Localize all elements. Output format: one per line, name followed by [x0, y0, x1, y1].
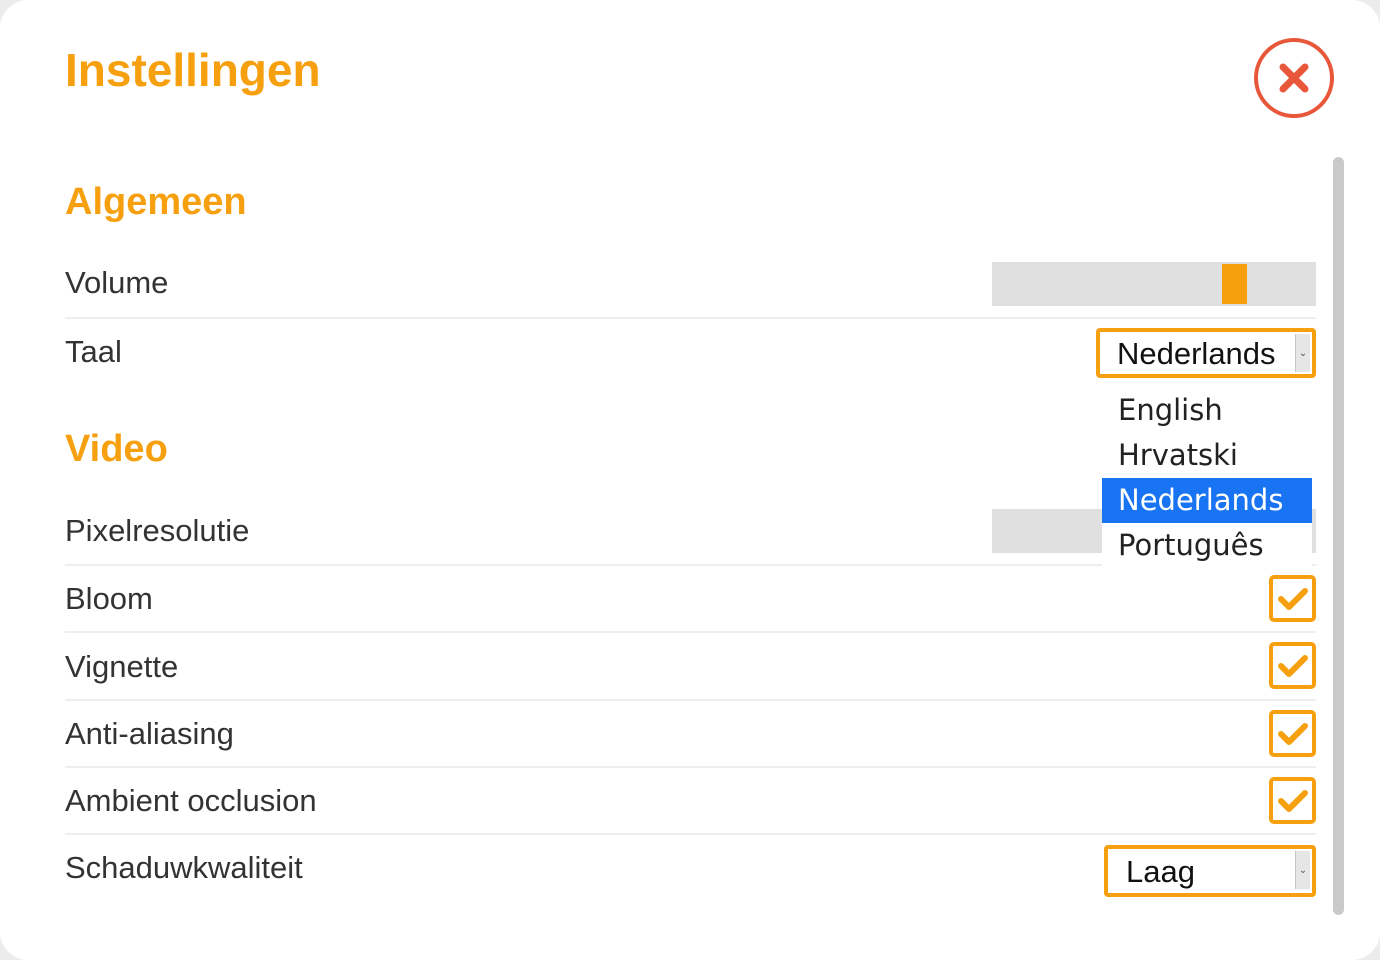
language-label: Taal [65, 334, 122, 369]
close-icon [1279, 63, 1309, 93]
pixel-resolution-label: Pixelresolutie [65, 513, 250, 548]
close-button[interactable] [1254, 38, 1334, 118]
shadow-quality-select-value: Laag [1126, 854, 1195, 889]
volume-row: Volume [65, 256, 1316, 319]
settings-dialog: Instellingen Algemeen Volume Taal Nederl… [0, 0, 1380, 960]
chevron-down-icon: ⌄ [1295, 851, 1310, 889]
section-title-general: Algemeen [65, 181, 247, 223]
dialog-title: Instellingen [65, 44, 321, 96]
shadow-quality-select[interactable]: Laag ⌄ [1104, 845, 1316, 897]
language-option[interactable]: Português [1102, 523, 1312, 568]
ambient-occlusion-label: Ambient occlusion [65, 783, 317, 818]
language-option[interactable]: Hrvatski [1102, 433, 1312, 478]
anti-aliasing-label: Anti-aliasing [65, 716, 234, 751]
vignette-row: Vignette [65, 633, 1316, 701]
language-select-value: Nederlands [1117, 336, 1276, 371]
volume-slider-thumb[interactable] [1222, 264, 1247, 304]
bloom-row: Bloom [65, 566, 1316, 633]
ambient-occlusion-row: Ambient occlusion [65, 768, 1316, 835]
bloom-label: Bloom [65, 581, 153, 616]
checkmark-icon [1277, 654, 1308, 677]
ambient-occlusion-checkbox[interactable] [1269, 777, 1316, 824]
language-select[interactable]: Nederlands ⌄ [1096, 328, 1316, 378]
bloom-checkbox[interactable] [1269, 575, 1316, 622]
checkmark-icon [1277, 587, 1308, 610]
section-title-video: Video [65, 428, 168, 470]
checkmark-icon [1277, 789, 1308, 812]
language-row: Taal Nederlands ⌄ [65, 319, 1316, 389]
volume-slider[interactable] [992, 262, 1316, 306]
language-option[interactable]: English [1102, 388, 1312, 433]
shadow-quality-label: Schaduwkwaliteit [65, 850, 303, 885]
anti-aliasing-row: Anti-aliasing [65, 701, 1316, 768]
vignette-checkbox[interactable] [1269, 642, 1316, 689]
shadow-quality-row: Schaduwkwaliteit Laag ⌄ [65, 835, 1316, 905]
language-option-highlighted[interactable]: Nederlands [1102, 478, 1312, 523]
anti-aliasing-checkbox[interactable] [1269, 710, 1316, 757]
volume-label: Volume [65, 265, 169, 300]
checkmark-icon [1277, 722, 1308, 745]
scrollbar[interactable] [1333, 157, 1344, 915]
language-dropdown-list: English Hrvatski Nederlands Português [1102, 388, 1312, 568]
vignette-label: Vignette [65, 649, 179, 684]
chevron-down-icon: ⌄ [1295, 334, 1310, 372]
